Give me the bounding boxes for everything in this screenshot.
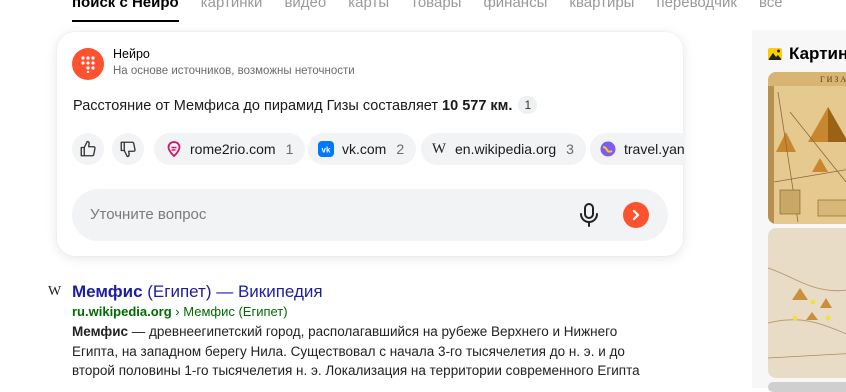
microphone-button[interactable]: [577, 202, 601, 228]
tab-translator[interactable]: переводчик: [656, 0, 736, 17]
tab-neuro-search[interactable]: поиск с Нейро: [72, 0, 179, 22]
images-heading[interactable]: Картинки: [768, 44, 846, 64]
result-url[interactable]: ru.wikipedia.org › Мемфис (Египет): [72, 304, 288, 319]
tab-maps[interactable]: карты: [348, 0, 389, 17]
tab-products[interactable]: товары: [411, 0, 461, 17]
tab-apartments[interactable]: квартиры: [569, 0, 634, 17]
source-name: vk.com: [342, 141, 387, 157]
result-snippet: Мемфис — древнеегипетский город, распола…: [72, 322, 662, 381]
chevron-right-icon: [632, 209, 640, 221]
svg-text:vk: vk: [322, 146, 331, 155]
tab-images[interactable]: картинки: [201, 0, 263, 17]
source-number: 1: [285, 141, 294, 157]
microphone-icon: [580, 203, 598, 227]
source-name: en.wikipedia.org: [455, 141, 557, 157]
image-thumbnail[interactable]: [768, 228, 846, 378]
result-url-domain: ru.wikipedia.org: [72, 304, 172, 319]
source-number: 2: [396, 141, 405, 157]
result-title-link[interactable]: Мемфис (Египет) — Википедия: [72, 282, 323, 302]
source-chip-vk[interactable]: vk vk.com 2: [308, 133, 417, 165]
tab-all[interactable]: все: [759, 0, 783, 17]
thumbs-up-icon: [80, 140, 96, 157]
image-thumbnail[interactable]: [768, 382, 846, 392]
result-title-rest: (Египет) — Википедия: [142, 282, 323, 301]
tab-finance[interactable]: финансы: [483, 0, 547, 17]
map-label: Г И З А: [820, 75, 846, 84]
wikipedia-icon: W: [431, 140, 447, 157]
source-chip-wikipedia[interactable]: W en.wikipedia.org 3: [421, 133, 586, 165]
search-tabs: поиск с Нейро картинки видео карты товар…: [72, 0, 805, 22]
rome2rio-icon: [166, 141, 182, 157]
neuro-title: Нейро: [113, 47, 150, 61]
source-chip-travel[interactable]: travel.yandex: [590, 133, 684, 165]
tab-video[interactable]: видео: [284, 0, 326, 17]
source-number: 3: [566, 141, 574, 157]
source-name: rome2rio.com: [190, 141, 276, 157]
snippet-text: — древнеегипетский город, располагавшийс…: [72, 324, 640, 378]
image-thumbnail[interactable]: Г И З А: [768, 72, 846, 224]
thumbs-down-icon: [120, 141, 136, 158]
source-chips: rome2rio.com 1 vk vk.com 2 W en.wikipedi…: [72, 133, 684, 165]
ask-followup-box: [72, 189, 668, 241]
neuro-logo-icon: [72, 48, 104, 80]
answer-distance: 10 577 км.: [442, 98, 513, 114]
picture-icon: [768, 48, 782, 60]
send-button[interactable]: [623, 202, 649, 228]
source-chip-rome2rio[interactable]: rome2rio.com 1: [154, 133, 306, 165]
neuro-subtitle: На основе источников, возможны неточност…: [113, 65, 355, 77]
snippet-bold: Мемфис: [72, 324, 129, 339]
images-heading-text: Картинки: [789, 44, 846, 63]
followup-input[interactable]: [88, 205, 562, 224]
like-button[interactable]: [72, 133, 104, 165]
neuro-answer-card: Нейро На основе источников, возможны нет…: [57, 32, 684, 256]
dislike-button[interactable]: [112, 133, 144, 165]
result-url-crumb: › Мемфис (Египет): [171, 304, 288, 319]
result-title-bold: Мемфис: [72, 282, 143, 301]
vk-icon: vk: [318, 141, 334, 157]
neuro-answer: Расстояние от Мемфиса до пирамид Гизы со…: [73, 96, 538, 114]
answer-text: Расстояние от Мемфиса до пирамид Гизы со…: [73, 98, 443, 114]
source-name: travel.yandex: [624, 141, 684, 157]
travel-icon: [600, 141, 616, 157]
answer-ref-badge[interactable]: 1: [518, 96, 538, 114]
wikipedia-favicon-icon: W: [48, 284, 62, 299]
